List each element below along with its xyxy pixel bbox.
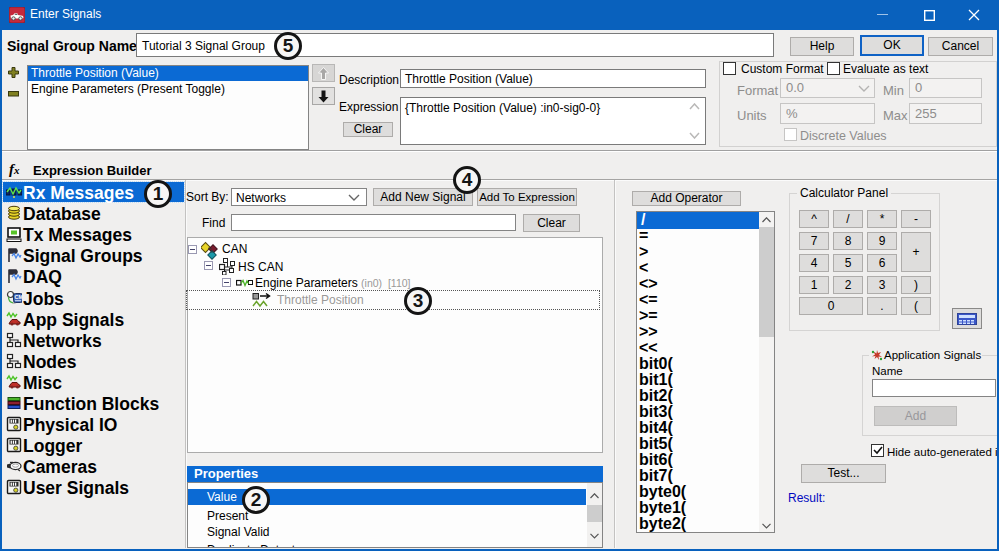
svg-text:CM: CM (15, 294, 22, 300)
